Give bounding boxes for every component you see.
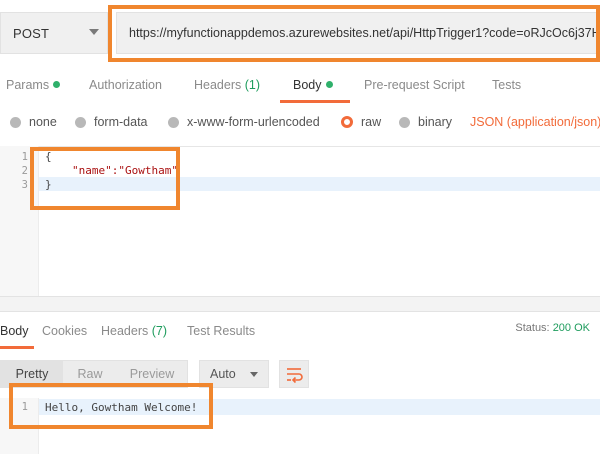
- tab-params[interactable]: Params: [6, 78, 61, 92]
- radio-circle-icon: [168, 116, 179, 128]
- tab-body[interactable]: Body: [293, 78, 333, 92]
- radio-binary[interactable]: binary: [399, 115, 452, 129]
- tab-headers-label: Headers: [194, 78, 242, 92]
- tab-tests[interactable]: Tests: [492, 78, 521, 92]
- radio-form-data-label: form-data: [94, 115, 148, 129]
- method-label: POST: [13, 25, 50, 41]
- response-status: Status: 200 OK: [515, 322, 590, 334]
- tab-headers[interactable]: Headers (1): [194, 78, 260, 92]
- method-select[interactable]: POST: [0, 12, 108, 54]
- radio-circle-icon: [75, 116, 86, 128]
- radio-form-data[interactable]: form-data: [75, 115, 148, 129]
- status-value: 200 OK: [552, 322, 590, 334]
- tab-headers-count: (1): [244, 78, 261, 92]
- response-active-tab-indicator: [0, 346, 34, 349]
- response-tab-body[interactable]: Body: [0, 324, 29, 338]
- radio-urlencoded[interactable]: x-www-form-urlencoded: [168, 115, 320, 129]
- line-number: 1: [21, 151, 28, 163]
- body-type-radios: none form-data x-www-form-urlencoded raw…: [0, 115, 600, 137]
- radio-none[interactable]: none: [10, 115, 57, 129]
- tab-pre-request-script[interactable]: Pre-request Script: [364, 78, 465, 92]
- radio-raw[interactable]: raw: [341, 115, 381, 129]
- response-tabs: Body Cookies Headers (7) Test Results: [0, 324, 600, 346]
- line-number: 3: [21, 179, 28, 191]
- radio-circle-icon: [10, 116, 21, 128]
- chevron-down-icon: [89, 29, 99, 35]
- response-tab-headers[interactable]: Headers (7): [101, 324, 167, 338]
- format-select-label: Auto: [210, 367, 236, 381]
- wrap-lines-button[interactable]: [279, 360, 309, 388]
- tab-body-label: Body: [293, 78, 322, 92]
- radio-selected-icon: [341, 116, 353, 128]
- annotation-box-url: [108, 5, 600, 62]
- response-tab-cookies[interactable]: Cookies: [42, 324, 87, 338]
- tab-authorization[interactable]: Authorization: [89, 78, 162, 92]
- chevron-down-icon: [250, 372, 258, 377]
- content-type-select[interactable]: JSON (application/json): [470, 115, 600, 129]
- status-label: Status:: [515, 322, 550, 334]
- tab-params-label: Params: [6, 78, 50, 92]
- radio-none-label: none: [29, 115, 57, 129]
- response-tab-test-results[interactable]: Test Results: [187, 324, 255, 338]
- status-dot-icon: [325, 81, 333, 88]
- radio-urlencoded-label: x-www-form-urlencoded: [187, 115, 320, 129]
- radio-binary-label: binary: [418, 115, 453, 129]
- status-dot-icon: [53, 81, 61, 88]
- radio-raw-label: raw: [361, 115, 382, 129]
- request-tabs: Params Authorization Headers (1) Body Pr…: [0, 78, 600, 102]
- line-number: 2: [21, 165, 28, 177]
- active-tab-indicator: [280, 100, 350, 103]
- radio-circle-icon: [399, 116, 410, 128]
- annotation-box-response: [9, 383, 213, 429]
- annotation-box-request-body: [30, 147, 180, 210]
- wrap-lines-icon: [287, 368, 303, 384]
- response-tab-headers-label: Headers: [101, 324, 149, 338]
- response-tab-headers-count: (7): [151, 324, 168, 338]
- response-divider: [0, 296, 600, 312]
